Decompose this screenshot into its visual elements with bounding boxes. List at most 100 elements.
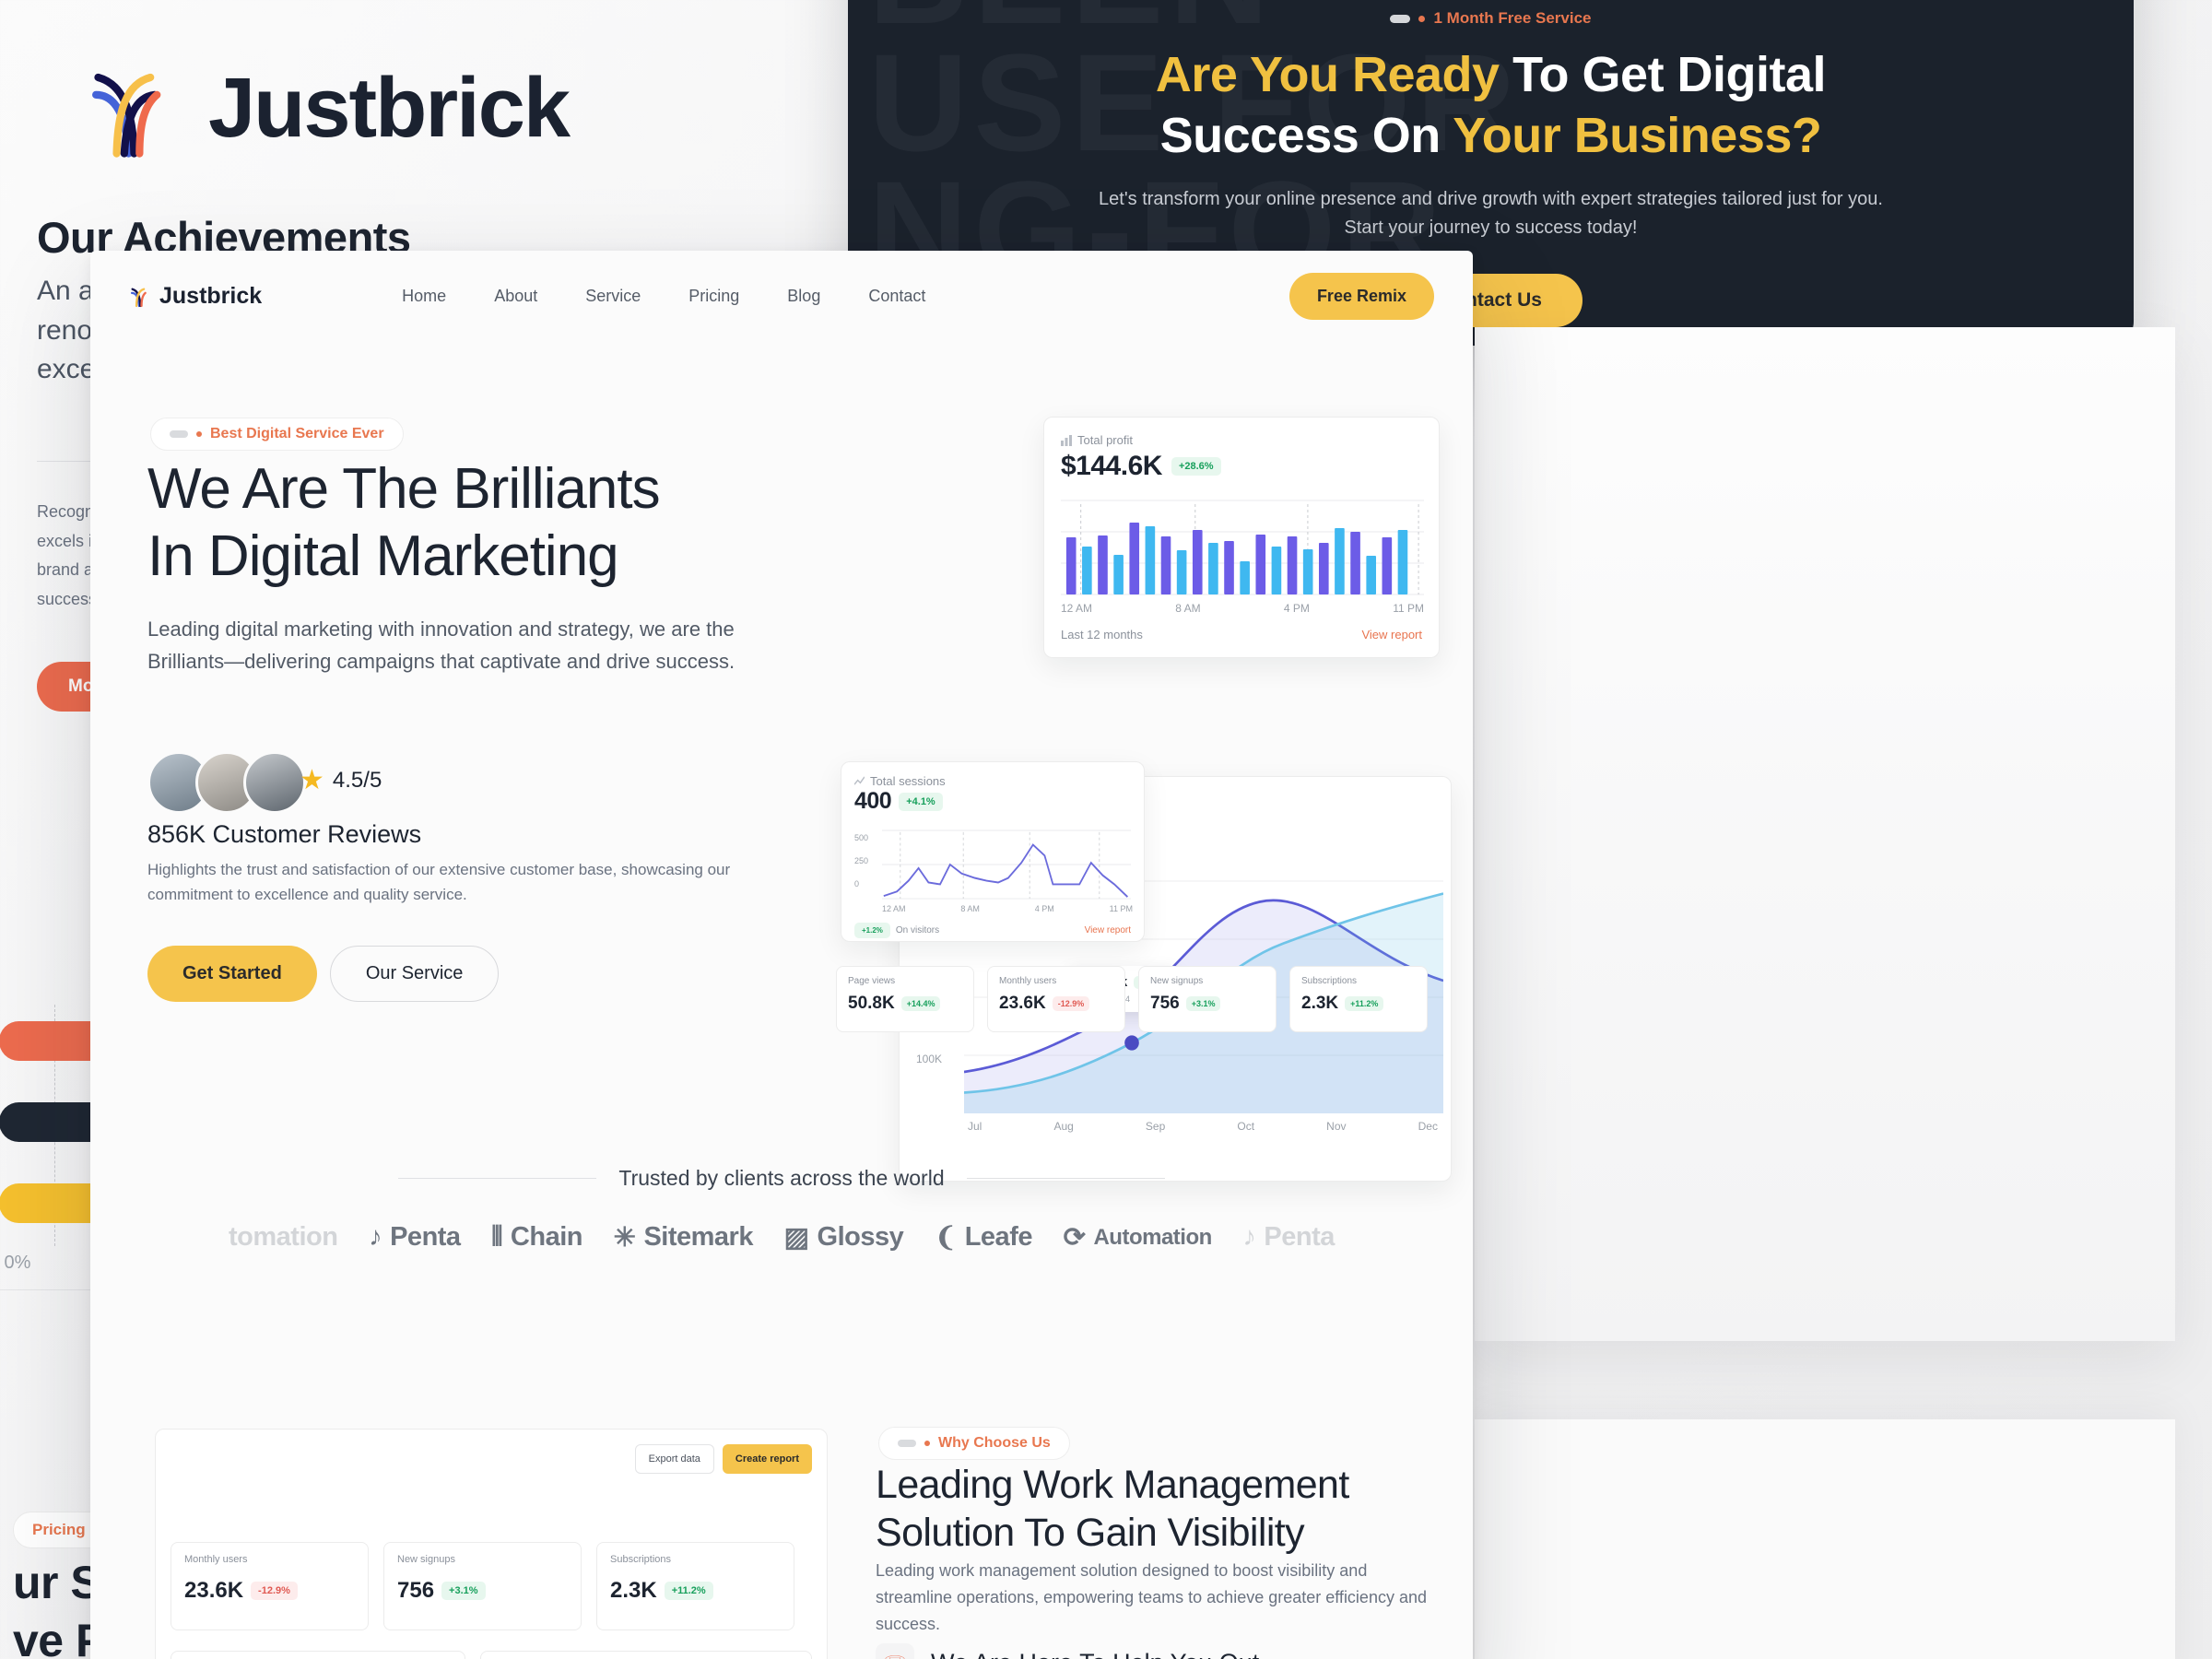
- navbar-brand[interactable]: Justbrick: [129, 283, 262, 310]
- stat-delta: -12.9%: [1052, 996, 1090, 1011]
- client-logo-label: Penta: [390, 1222, 461, 1252]
- total-profit-card: Total profit $144.6K +28.6% 12 AM 8 AM 4 P…: [1043, 417, 1440, 658]
- free-remix-button[interactable]: Free Remix: [1288, 272, 1434, 320]
- stat-card: New signups 756 +3.1%: [1138, 966, 1277, 1032]
- why-feature-title: We Are Here To Help You Out: [931, 1649, 1259, 1659]
- stat-value: 2.3K: [1301, 994, 1339, 1013]
- stat-value: 2.3K: [610, 1578, 657, 1603]
- sessions-view-report-link[interactable]: View report: [1085, 925, 1131, 935]
- nav-link-pricing[interactable]: Pricing: [688, 287, 739, 306]
- why-heading-line1: Leading Work Management: [876, 1463, 1349, 1507]
- cta-subtext: Let's transform your online presence and…: [1099, 188, 1883, 238]
- reviews-description: Highlights the trust and satisfaction of…: [147, 861, 731, 904]
- hero-badge-label: Best Digital Service Ever: [210, 426, 384, 441]
- dot-icon: [924, 1441, 930, 1446]
- support-icon: ☏: [876, 1643, 914, 1659]
- dashboard-profit-card: Total profit $144.6K+23.5%: [480, 1651, 812, 1659]
- sitemark-icon: ✳: [613, 1223, 636, 1253]
- nav-link-about[interactable]: About: [494, 287, 537, 306]
- nav-link-service[interactable]: Service: [585, 287, 641, 306]
- navbar-brand-label: Justbrick: [159, 282, 263, 309]
- client-logo: ⟳ Automation: [1063, 1221, 1213, 1253]
- hero-heading-line2: In Digital Marketing: [147, 524, 619, 588]
- client-logo-label: Glossy: [817, 1222, 904, 1252]
- nav-link-blog[interactable]: Blog: [787, 287, 820, 306]
- justbrick-logo-icon: [92, 73, 161, 158]
- total-profit-label-text: Total profit: [1077, 433, 1133, 447]
- trusted-heading-row: Trusted by clients across the world: [90, 1166, 1473, 1191]
- rating: ★ 4.5/5: [300, 767, 382, 794]
- client-logo-label: tomation: [229, 1222, 338, 1252]
- stat-delta: +3.1%: [1185, 996, 1221, 1011]
- hero-heading-line1: We Are The Brilliants: [147, 457, 661, 521]
- pill-dash-icon: [1390, 14, 1411, 23]
- client-logo: ♪ Penta: [369, 1222, 461, 1253]
- client-logo: ▨ Glossy: [784, 1221, 904, 1253]
- stat-label: Subscriptions: [610, 1554, 672, 1565]
- cta-badge-label: 1 Month Free Service: [1433, 9, 1592, 27]
- pricing-page: [1475, 1419, 2175, 1659]
- client-logo-label: Chain: [510, 1222, 583, 1252]
- dot-icon: [1418, 15, 1426, 22]
- nav-link-home[interactable]: Home: [402, 287, 446, 306]
- get-started-button[interactable]: Get Started: [147, 946, 317, 1002]
- stat-value: 50.8K: [848, 994, 895, 1013]
- total-profit-value: $144.6K: [1061, 451, 1162, 481]
- navbar-links: Home About Service Pricing Blog Contact: [402, 287, 925, 306]
- stat-card: Subscriptions 2.3K +11.2%: [1289, 966, 1428, 1032]
- total-sessions-label-text: Total sessions: [870, 774, 946, 788]
- stat-label: Page views: [848, 976, 896, 986]
- chain-icon: ⫴: [491, 1222, 502, 1252]
- stat-delta: +14.4%: [900, 996, 941, 1011]
- client-logo: ⫴ Chain: [491, 1222, 582, 1253]
- cta-heading-part4: Your Business?: [1453, 108, 1822, 164]
- stat-label: Monthly users: [184, 1554, 248, 1565]
- total-profit-delta: +28.6%: [1171, 457, 1221, 476]
- stat-delta: -12.9%: [251, 1582, 298, 1600]
- nav-link-contact[interactable]: Contact: [868, 287, 925, 306]
- client-logo-label: Leafe: [964, 1222, 1033, 1252]
- client-logo: tomation: [229, 1222, 338, 1253]
- why-heading-line2: Solution To Gain Visibility: [876, 1510, 1305, 1555]
- client-logo: ❨ Leafe: [934, 1221, 1033, 1253]
- cta-heading-part1: Are You Ready: [1155, 47, 1513, 102]
- avatar: [243, 751, 306, 814]
- why-feature-item: ☏ We Are Here To Help You Out: [876, 1643, 1259, 1659]
- total-profit-label: Total profit: [1061, 433, 1133, 447]
- screenshot-canvas: Justbrick BEEN USE FOR NG-FOR 1 Month Fr…: [0, 0, 2212, 1659]
- leafe-icon: ❨: [934, 1223, 957, 1253]
- profit-xaxis: 12 AM 8 AM 4 PM 11 PM: [1061, 602, 1424, 615]
- achievements-page: [1475, 327, 2175, 1341]
- client-logo-label: Sitemark: [643, 1222, 753, 1252]
- revenue-expenses-card: Revenue Expenses Jan 2024 - Dec 2024: [171, 1651, 465, 1659]
- profit-view-report-link[interactable]: View report: [1361, 628, 1422, 641]
- why-paragraph: Leading work management solution designe…: [876, 1561, 1427, 1634]
- total-sessions-card: Total sessions 400 +4.1% 500 250 0 12 AM 8 …: [841, 761, 1145, 942]
- export-data-button[interactable]: Export data: [634, 1444, 714, 1474]
- cta-heading-part2: To Get Digital: [1512, 47, 1827, 102]
- dashboard-stat-card: Subscriptions 2.3K +11.2%: [596, 1542, 794, 1630]
- hero-badge: Best Digital Service Ever: [150, 418, 404, 451]
- penta-icon: ♪: [1242, 1222, 1256, 1252]
- our-service-button[interactable]: Our Service: [329, 946, 500, 1002]
- stat-label: Subscriptions: [1301, 976, 1358, 986]
- stat-label: New signups: [1150, 976, 1204, 986]
- site-navbar: Justbrick Home About Service Pricing Blo…: [90, 251, 1473, 341]
- client-logo: ♪ Penta: [1242, 1222, 1335, 1253]
- hero-paragraph: Leading digital marketing with innovatio…: [147, 618, 735, 673]
- justbrick-logo-icon: [130, 288, 147, 308]
- dashboard-stat-card: Monthly users 23.6K -12.9%: [171, 1542, 369, 1630]
- rating-value: 4.5/5: [332, 768, 382, 793]
- star-icon: ★: [300, 765, 324, 795]
- why-choose-us-badge: Why Choose Us: [878, 1427, 1070, 1460]
- stat-value: 23.6K: [999, 994, 1046, 1013]
- divider: [398, 1178, 597, 1179]
- stat-value: 756: [1150, 994, 1180, 1013]
- sessions-footer-chip: +1.2%: [854, 923, 890, 938]
- sessions-footer: On visitors: [895, 925, 940, 935]
- create-report-button[interactable]: Create report: [722, 1444, 812, 1474]
- sessions-yaxis: 500 250 0: [854, 833, 869, 888]
- automation-icon: ⟳: [1063, 1223, 1086, 1253]
- line-chart-icon: [854, 776, 865, 785]
- brand-name: Justbrick: [208, 61, 571, 155]
